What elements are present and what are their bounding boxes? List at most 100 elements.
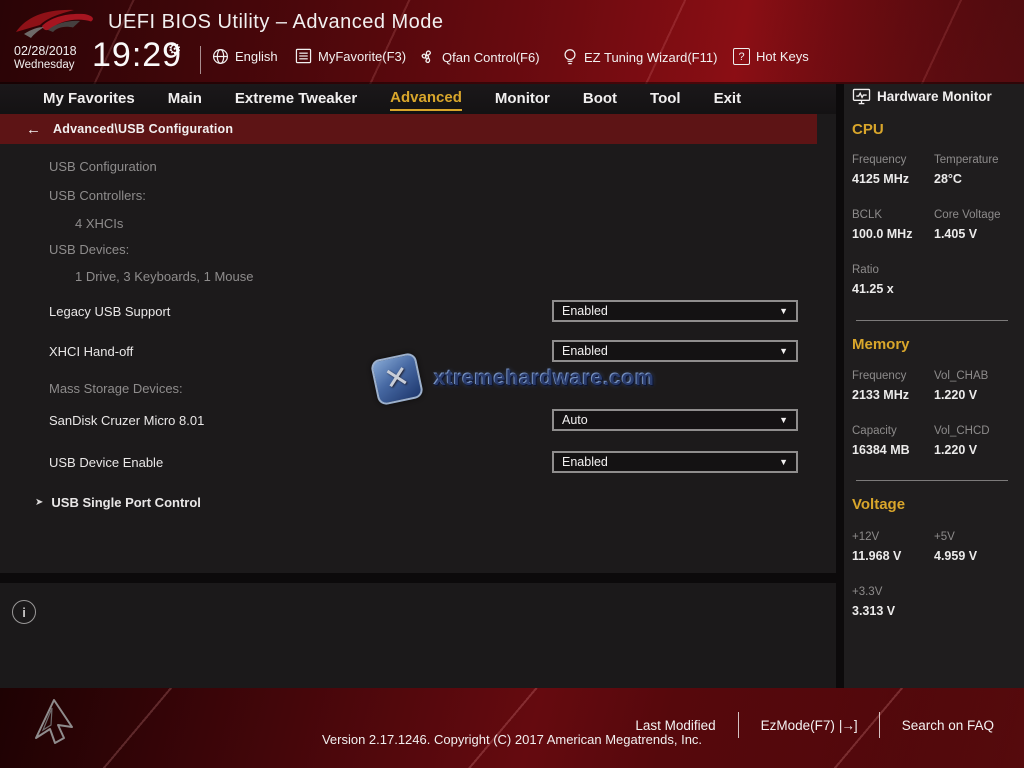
memory-vol-chcd: Vol_CHCD 1.220 V bbox=[934, 425, 990, 458]
stat-value: 4125 MHz bbox=[852, 172, 909, 187]
stat-label: BCLK bbox=[852, 209, 883, 221]
ez-tuning-label: EZ Tuning Wizard(F11) bbox=[584, 49, 718, 65]
question-icon: ? bbox=[733, 48, 750, 65]
ez-tuning-wizard-button[interactable]: EZ Tuning Wizard(F11) bbox=[562, 48, 717, 66]
ezmode-button[interactable]: EzMode(F7) |→] bbox=[739, 718, 879, 733]
sandisk-cruzer-label: SanDisk Cruzer Micro 8.01 bbox=[49, 413, 205, 428]
breadcrumb-path: Advanced\USB Configuration bbox=[53, 122, 234, 136]
stat-value: 4.959 V bbox=[934, 549, 978, 564]
hardware-monitor-header: Hardware Monitor bbox=[852, 88, 992, 105]
memory-section-title: Memory bbox=[852, 336, 910, 353]
usb-devices-value: 1 Drive, 3 Keyboards, 1 Mouse bbox=[75, 269, 254, 284]
usb-device-enable-dropdown[interactable]: Enabled ▼ bbox=[552, 451, 798, 473]
stat-label: +3.3V bbox=[852, 586, 883, 598]
back-arrow-icon[interactable]: ← bbox=[26, 121, 41, 138]
xhci-hand-off-label: XHCI Hand-off bbox=[49, 344, 134, 359]
legacy-usb-support-label: Legacy USB Support bbox=[49, 304, 171, 319]
stat-label: Temperature bbox=[934, 154, 999, 166]
tab-monitor[interactable]: Monitor bbox=[495, 88, 550, 110]
chevron-down-icon: ▼ bbox=[779, 306, 788, 316]
tab-advanced[interactable]: Advanced bbox=[390, 87, 462, 111]
stat-label: +5V bbox=[934, 531, 955, 543]
search-on-faq-label: Search on FAQ bbox=[901, 717, 994, 733]
search-on-faq-button[interactable]: Search on FAQ bbox=[880, 718, 1016, 733]
rog-logo-icon bbox=[16, 9, 93, 38]
version-text: Version 2.17.1246. Copyright (C) 2017 Am… bbox=[321, 732, 703, 747]
hot-keys-button[interactable]: ? Hot Keys bbox=[733, 48, 809, 65]
memory-vol-chab: Vol_CHAB 1.220 V bbox=[934, 370, 988, 403]
dropdown-value: Enabled bbox=[562, 344, 608, 358]
stat-value: 11.968 V bbox=[852, 549, 902, 564]
stat-label: Vol_CHCD bbox=[934, 425, 990, 437]
tab-extreme-tweaker[interactable]: Extreme Tweaker bbox=[235, 88, 357, 110]
stat-value: 1.405 V bbox=[934, 227, 978, 242]
stat-label: +12V bbox=[852, 531, 880, 543]
usb-device-enable-label: USB Device Enable bbox=[49, 455, 164, 470]
help-panel: i bbox=[0, 583, 836, 688]
xhci-hand-off-dropdown[interactable]: Enabled ▼ bbox=[552, 340, 798, 362]
header-bar: UEFI BIOS Utility – Advanced Mode 02/28/… bbox=[0, 0, 1024, 84]
hardware-monitor-panel: Hardware Monitor CPU Frequency 4125 MHz … bbox=[844, 84, 1024, 688]
section-divider bbox=[856, 320, 1008, 321]
tab-exit[interactable]: Exit bbox=[714, 88, 742, 110]
stat-value: 16384 MB bbox=[852, 443, 910, 458]
gear-icon: ⚙ bbox=[168, 41, 182, 58]
datetime-date: 02/28/2018 Wednesday bbox=[14, 44, 77, 73]
dropdown-value: Enabled bbox=[562, 455, 608, 469]
cpu-temperature: Temperature 28°C bbox=[934, 154, 999, 187]
legacy-usb-support-dropdown[interactable]: Enabled ▼ bbox=[552, 300, 798, 322]
stat-label: Frequency bbox=[852, 370, 907, 382]
stat-value: 28°C bbox=[934, 172, 962, 187]
submenu-label: USB Single Port Control bbox=[51, 495, 201, 510]
qfan-control-button[interactable]: Qfan Control(F6) bbox=[418, 48, 540, 66]
main-menu-bar: My Favorites Main Extreme Tweaker Advanc… bbox=[0, 84, 836, 114]
cpu-bclk: BCLK 100.0 MHz bbox=[852, 209, 912, 242]
usb-single-port-control-item[interactable]: ➤ USB Single Port Control bbox=[35, 495, 201, 510]
voltage-3-3v: +3.3V 3.313 V bbox=[852, 586, 895, 619]
stat-label: Capacity bbox=[852, 425, 897, 437]
ezmode-label: EzMode(F7) bbox=[760, 717, 835, 733]
section-title: USB Configuration bbox=[49, 159, 157, 174]
stat-label: Vol_CHAB bbox=[934, 370, 989, 382]
language-button[interactable]: English bbox=[212, 48, 278, 65]
mass-storage-devices-label: Mass Storage Devices: bbox=[49, 381, 183, 396]
tab-tool[interactable]: Tool bbox=[650, 88, 681, 110]
stat-label: Frequency bbox=[852, 154, 907, 166]
favorites-list-icon bbox=[295, 48, 312, 64]
stat-value: 2133 MHz bbox=[852, 388, 909, 403]
submenu-arrow-icon: ➤ bbox=[35, 497, 44, 508]
last-modified-button[interactable]: Last Modified bbox=[613, 718, 737, 733]
voltage-section-title: Voltage bbox=[852, 496, 906, 513]
chevron-down-icon: ▼ bbox=[779, 346, 788, 356]
usb-devices-label: USB Devices: bbox=[49, 242, 130, 257]
memory-capacity: Capacity 16384 MB bbox=[852, 425, 910, 458]
myfavorite-label: MyFavorite(F3) bbox=[318, 48, 407, 64]
stat-value: 1.220 V bbox=[934, 443, 978, 458]
myfavorite-button[interactable]: MyFavorite(F3) bbox=[295, 48, 406, 64]
settings-panel: ← Advanced\USB Configuration USB Configu… bbox=[0, 114, 836, 573]
cpu-frequency: Frequency 4125 MHz bbox=[852, 154, 909, 187]
voltage-12v: +12V 11.968 V bbox=[852, 531, 901, 564]
exit-to-ezmode-icon: |→] bbox=[838, 717, 858, 733]
weekday-text: Wednesday bbox=[14, 59, 75, 71]
tab-boot[interactable]: Boot bbox=[583, 88, 617, 110]
chevron-down-icon: ▼ bbox=[779, 415, 788, 425]
cpu-core-voltage: Core Voltage 1.405 V bbox=[934, 209, 1001, 242]
sandisk-cruzer-dropdown[interactable]: Auto ▼ bbox=[552, 409, 798, 431]
stat-value: 41.25 x bbox=[852, 282, 894, 297]
last-modified-label: Last Modified bbox=[635, 717, 716, 733]
usb-controllers-value: 4 XHCIs bbox=[75, 216, 124, 231]
memory-frequency: Frequency 2133 MHz bbox=[852, 370, 909, 403]
lightbulb-icon bbox=[564, 49, 576, 65]
date-text: 02/28/2018 bbox=[14, 44, 77, 58]
section-divider bbox=[856, 480, 1008, 481]
tab-my-favorites[interactable]: My Favorites bbox=[43, 88, 135, 110]
monitor-icon bbox=[852, 88, 871, 105]
info-icon: i bbox=[12, 600, 36, 624]
stat-label: Core Voltage bbox=[934, 209, 1001, 221]
header-divider bbox=[200, 46, 201, 74]
language-label: English bbox=[235, 49, 278, 64]
app-title: UEFI BIOS Utility – Advanced Mode bbox=[108, 11, 444, 33]
usb-controllers-label: USB Controllers: bbox=[49, 188, 146, 203]
tab-main[interactable]: Main bbox=[168, 88, 202, 110]
